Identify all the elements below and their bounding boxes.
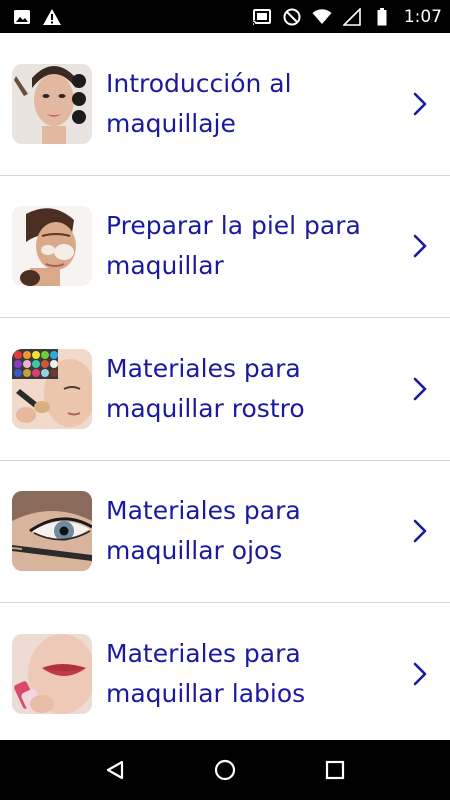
wifi-icon <box>312 7 332 27</box>
list-item[interactable]: Materiales para maquillar labios <box>0 603 450 740</box>
chevron-right-icon <box>410 374 430 404</box>
image-icon <box>12 7 32 27</box>
home-icon[interactable] <box>205 750 245 790</box>
cast-icon <box>251 7 272 27</box>
face-materials-thumbnail <box>12 348 92 429</box>
list-item-label: Materiales para maquillar labios <box>106 639 306 709</box>
makeup-intro-thumbnail <box>12 63 92 144</box>
list-item[interactable]: Preparar la piel para maquillar <box>0 176 450 318</box>
chevron-right-icon <box>410 516 430 546</box>
navigation-bar <box>0 740 450 800</box>
list-item-label: Introducción al maquillaje <box>106 68 292 138</box>
recents-icon[interactable] <box>315 750 355 790</box>
list-item-label: Preparar la piel para maquillar <box>106 211 361 281</box>
list-item[interactable]: Materiales para maquillar rostro <box>0 318 450 461</box>
status-bar: 1:07 <box>0 0 450 33</box>
status-bar-right: 1:07 <box>251 6 442 27</box>
skin-prep-thumbnail <box>12 206 92 287</box>
list-item[interactable]: Materiales para maquillar ojos <box>0 461 450 603</box>
back-icon[interactable] <box>95 750 135 790</box>
list-item[interactable]: Introducción al maquillaje <box>0 33 450 176</box>
signal-icon <box>342 7 362 27</box>
chevron-right-icon <box>410 231 430 261</box>
warning-icon <box>42 7 62 27</box>
status-bar-left <box>12 7 62 27</box>
battery-icon <box>372 7 392 27</box>
status-time: 1:07 <box>403 6 442 27</box>
eye-materials-thumbnail <box>12 491 92 572</box>
list-item-label: Materiales para maquillar rostro <box>106 353 305 423</box>
topic-list: Introducción al maquillaje Preparar la p… <box>0 33 450 740</box>
list-item-label: Materiales para maquillar ojos <box>106 496 301 566</box>
chevron-right-icon <box>410 659 430 689</box>
chevron-right-icon <box>410 89 430 119</box>
do-not-disturb-icon <box>282 7 302 27</box>
lip-materials-thumbnail <box>12 634 92 715</box>
